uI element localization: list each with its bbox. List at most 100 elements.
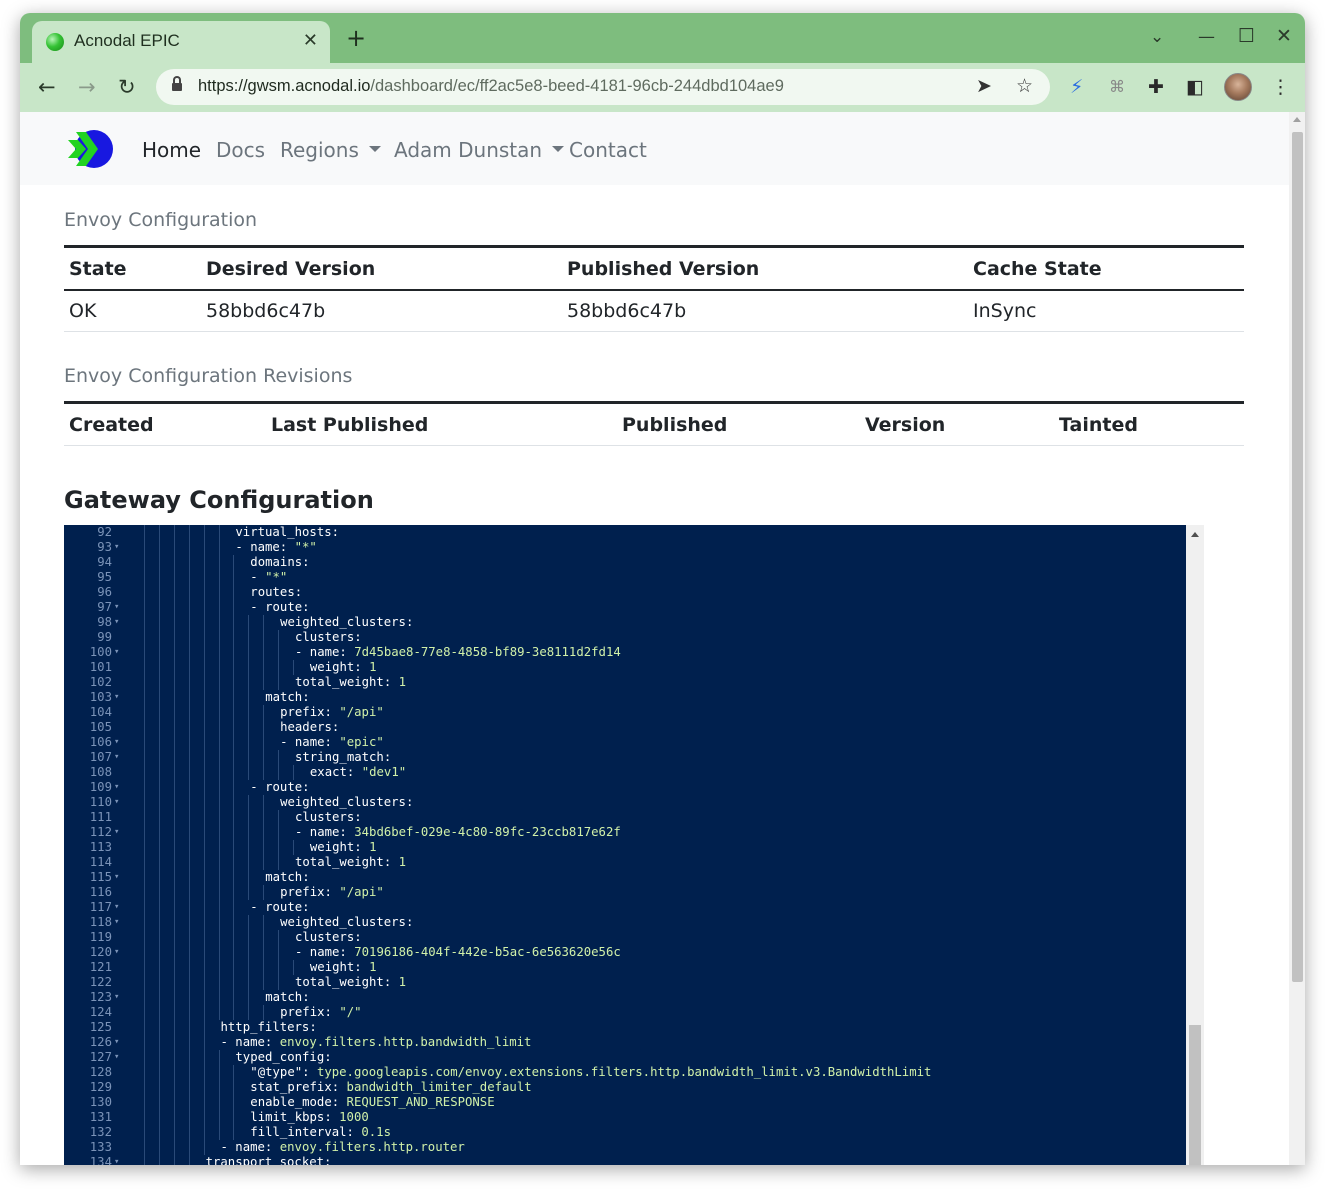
page-scroll-thumb[interactable]: [1292, 132, 1303, 982]
yaml-key: match:: [265, 690, 310, 704]
lightning-extension-icon[interactable]: ⚡: [1070, 75, 1083, 99]
fold-arrow-icon[interactable]: ▾: [114, 1155, 119, 1165]
fold-arrow-icon[interactable]: ▾: [114, 870, 119, 885]
gateway-config-editor[interactable]: 92 virtual_hosts: 93 ▾ - name: "*" 94 domains:…: [64, 525, 1204, 1165]
code-text: - "*": [250, 570, 287, 585]
code-text: prefix: "/api": [280, 885, 384, 900]
puzzle-extensions-icon[interactable]: ✚: [1148, 75, 1164, 99]
line-number: 109: [89, 780, 112, 794]
nav-home[interactable]: Home: [142, 138, 201, 162]
yaml-key: prefix:: [280, 885, 340, 899]
column-header: Cache State: [968, 245, 1244, 291]
code-text: - route:: [250, 780, 309, 795]
yaml-key: enable_mode:: [250, 1095, 347, 1109]
fold-arrow-icon[interactable]: ▾: [114, 615, 119, 630]
nav-docs[interactable]: Docs: [216, 138, 265, 162]
bookmark-star-icon[interactable]: ☆: [1016, 75, 1033, 97]
yaml-value: 1: [398, 855, 407, 869]
code-line: 93 ▾ - name: "*": [64, 540, 1204, 555]
scroll-up-arrow-icon[interactable]: [1293, 117, 1301, 122]
extension-icon[interactable]: ⌘: [1109, 75, 1125, 99]
code-line: 122 total_weight: 1: [64, 975, 1204, 990]
line-number: 112: [89, 825, 112, 839]
state-cell: OK: [64, 290, 201, 332]
code-line: 133 - name: envoy.filters.http.router: [64, 1140, 1204, 1155]
fold-arrow-icon[interactable]: ▾: [114, 795, 119, 810]
published-version-cell: 58bbd6c47b: [562, 290, 968, 332]
fold-arrow-icon[interactable]: ▾: [114, 1050, 119, 1065]
side-panel-icon[interactable]: ◧: [1186, 75, 1204, 99]
scroll-up-arrow-icon[interactable]: [1191, 532, 1199, 537]
minimize-icon[interactable]: —: [1198, 27, 1215, 47]
column-header: Last Published: [266, 401, 617, 446]
new-tab-icon[interactable]: +: [346, 26, 366, 50]
code-line: 115 ▾ match:: [64, 870, 1204, 885]
nav-user-dropdown[interactable]: Adam Dunstan: [394, 138, 565, 162]
table-header-row: State Desired Version Published Version …: [64, 245, 1244, 291]
fold-arrow-icon[interactable]: ▾: [114, 900, 119, 915]
fold-arrow-icon[interactable]: ▾: [114, 690, 119, 705]
globe-favicon-icon: [46, 33, 64, 51]
acnodal-logo[interactable]: [68, 128, 114, 170]
line-number: 131: [89, 1110, 112, 1124]
yaml-key: -: [250, 570, 266, 584]
forward-arrow-icon[interactable]: →: [78, 75, 96, 99]
code-line: 131 limit_kbps: 1000: [64, 1110, 1204, 1125]
fold-arrow-icon[interactable]: ▾: [114, 735, 119, 750]
code-line: 116 prefix: "/api": [64, 885, 1204, 900]
yaml-key: limit_kbps:: [250, 1110, 340, 1124]
page-scrollbar[interactable]: [1289, 112, 1305, 1165]
code-line: 105 headers:: [64, 720, 1204, 735]
yaml-key: total_weight:: [295, 675, 399, 689]
fold-arrow-icon[interactable]: ▾: [114, 645, 119, 660]
send-icon[interactable]: ➤: [976, 75, 992, 97]
fold-arrow-icon[interactable]: ▾: [114, 540, 119, 555]
fold-arrow-icon[interactable]: ▾: [114, 825, 119, 840]
fold-arrow-icon[interactable]: ▾: [114, 600, 119, 615]
profile-avatar[interactable]: [1224, 73, 1252, 101]
editor-scrollbar[interactable]: [1186, 525, 1204, 1165]
fold-arrow-icon[interactable]: ▾: [114, 915, 119, 930]
reload-icon[interactable]: ↻: [118, 75, 136, 99]
code-line: 112 ▾ - name: 34bd6bef-029e-4c80-89fc-23cc…: [64, 825, 1204, 840]
yaml-key: clusters:: [295, 930, 362, 944]
maximize-icon[interactable]: ☐: [1238, 25, 1255, 47]
column-header: Desired Version: [201, 245, 562, 291]
yaml-value: "dev1": [361, 765, 407, 779]
editor-scroll-thumb[interactable]: [1189, 1025, 1201, 1165]
code-line: 102 total_weight: 1: [64, 675, 1204, 690]
nav-regions-dropdown[interactable]: Regions: [280, 138, 381, 162]
nav-contact[interactable]: Contact: [569, 138, 647, 162]
fold-arrow-icon[interactable]: ▾: [114, 780, 119, 795]
address-bar[interactable]: https://gwsm.acnodal.io/dashboard/ec/ff2…: [156, 69, 1050, 105]
close-tab-icon[interactable]: ✕: [303, 30, 318, 51]
fold-arrow-icon[interactable]: ▾: [114, 945, 119, 960]
code-line: 100 ▾ - name: 7d45bae8-77e8-4858-bf89-3e81…: [64, 645, 1204, 660]
browser-toolbar: ← → ↻ https://gwsm.acnodal.io/dashboard/…: [20, 63, 1305, 112]
yaml-key: routes:: [250, 585, 303, 599]
code-line: 98 ▾ weighted_clusters:: [64, 615, 1204, 630]
yaml-key: transport_socket:: [205, 1155, 332, 1165]
gateway-config-title: Gateway Configuration: [64, 486, 374, 514]
code-text: weight: 1: [310, 960, 377, 975]
yaml-key: typed_config:: [235, 1050, 332, 1064]
yaml-value: bandwidth_limiter_default: [346, 1080, 532, 1094]
fold-arrow-icon[interactable]: ▾: [114, 1035, 119, 1050]
column-header: Tainted: [1054, 401, 1244, 446]
revisions-title: Envoy Configuration Revisions: [64, 365, 353, 387]
fold-arrow-icon[interactable]: ▾: [114, 990, 119, 1005]
browser-tab[interactable]: Acnodal EPIC ✕: [32, 21, 330, 63]
yaml-key: exact:: [309, 765, 362, 779]
line-number: 123: [89, 990, 112, 1004]
tab-search-chevron-icon[interactable]: ⌄: [1150, 27, 1164, 47]
close-window-icon[interactable]: ✕: [1276, 25, 1292, 47]
yaml-key: prefix:: [280, 1005, 340, 1019]
column-header: State: [64, 245, 201, 291]
fold-arrow-icon[interactable]: ▾: [114, 750, 119, 765]
back-arrow-icon[interactable]: ←: [38, 75, 56, 99]
line-number: 116: [89, 885, 112, 899]
code-text: weight: 1: [310, 840, 377, 855]
line-number: 106: [89, 735, 112, 749]
code-line: 129 stat_prefix: bandwidth_limiter_defaul…: [64, 1080, 1204, 1095]
more-menu-icon[interactable]: ⋮: [1271, 75, 1290, 99]
